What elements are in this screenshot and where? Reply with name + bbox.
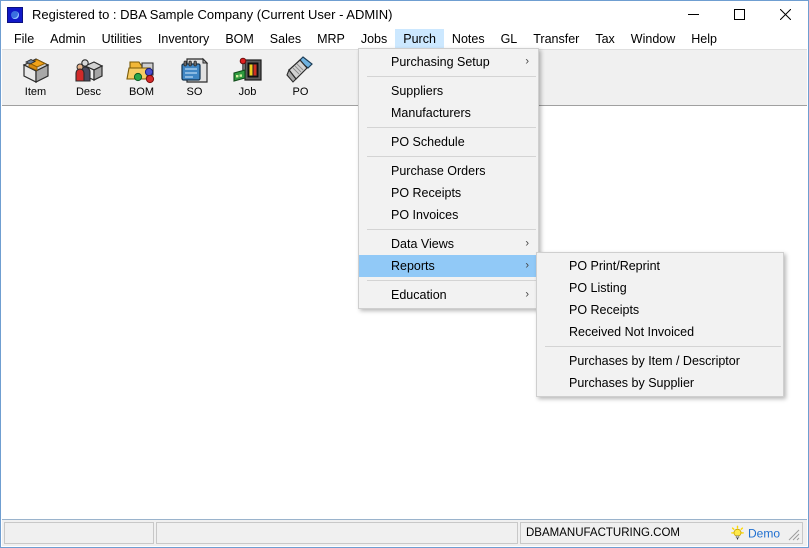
- menu-item-label: Data Views: [391, 236, 454, 251]
- menu-bar: File Admin Utilities Inventory BOM Sales MRP Jo…: [1, 29, 808, 50]
- menu-item-label: PO Invoices: [391, 207, 459, 222]
- toolbar-button-so[interactable]: SO: [168, 50, 221, 105]
- menu-separator: [367, 156, 536, 157]
- close-button[interactable]: [762, 1, 808, 28]
- menu-item-label: Suppliers: [391, 83, 444, 98]
- toolbar-button-item[interactable]: Item: [9, 50, 62, 105]
- reports-submenu: PO Print/Reprint PO Listing PO Receipts Rec…: [536, 252, 784, 397]
- menubar-item-sales[interactable]: Sales: [262, 29, 309, 50]
- menubar-item-utilities[interactable]: Utilities: [94, 29, 150, 50]
- menubar-item-gl[interactable]: GL: [493, 29, 526, 50]
- menu-item-label: Purchases by Item / Descriptor: [569, 353, 740, 368]
- status-bar: DBAMANUFACTURING.COM Demo: [2, 519, 807, 546]
- status-panel-middle: [156, 522, 518, 544]
- menu-item-label: Manufacturers: [391, 105, 471, 120]
- toolbar-button-label: SO: [186, 86, 203, 98]
- machine-panel-icon: [232, 54, 264, 86]
- menubar-item-help[interactable]: Help: [683, 29, 725, 50]
- menu-item-education[interactable]: Education ›: [359, 284, 538, 306]
- menu-item-purchase-orders[interactable]: Purchase Orders: [359, 160, 538, 182]
- scanner-icon: [285, 54, 317, 86]
- toolbar-button-bom[interactable]: BOM: [115, 50, 168, 105]
- menubar-item-notes[interactable]: Notes: [444, 29, 493, 50]
- chevron-right-icon: ›: [525, 237, 529, 250]
- menubar-item-transfer[interactable]: Transfer: [525, 29, 587, 50]
- minimize-button[interactable]: [670, 1, 716, 28]
- menu-item-label: PO Receipts: [391, 185, 462, 200]
- maximize-icon: [733, 9, 745, 20]
- toolbar-button-label: Desc: [75, 86, 102, 98]
- status-panel-right: DBAMANUFACTURING.COM Demo: [520, 522, 803, 544]
- toolbar-button-label: PO: [292, 86, 309, 98]
- menu-item-po-listing[interactable]: PO Listing: [537, 277, 783, 299]
- menu-item-reports[interactable]: Reports ›: [359, 255, 538, 277]
- menu-separator: [367, 280, 536, 281]
- application-window: Registered to : DBA Sample Company (Curr…: [0, 0, 809, 548]
- menu-item-po-schedule[interactable]: PO Schedule: [359, 131, 538, 153]
- menu-item-po-invoices[interactable]: PO Invoices: [359, 204, 538, 226]
- website-label: DBAMANUFACTURING.COM: [526, 527, 680, 539]
- menubar-item-jobs[interactable]: Jobs: [353, 29, 395, 50]
- people-box-icon: [73, 54, 105, 86]
- menu-item-label: PO Listing: [569, 280, 627, 295]
- menu-item-suppliers[interactable]: Suppliers: [359, 80, 538, 102]
- menu-item-label: Received Not Invoiced: [569, 324, 695, 339]
- window-controls: [670, 1, 808, 28]
- lightbulb-icon: [731, 525, 744, 540]
- menu-item-label: PO Schedule: [391, 134, 465, 149]
- resize-grip-icon[interactable]: [786, 527, 800, 541]
- menu-item-label: Reports: [391, 258, 435, 273]
- chevron-right-icon: ›: [525, 259, 529, 272]
- menu-separator: [367, 229, 536, 230]
- menu-item-received-not-invoiced[interactable]: Received Not Invoiced: [537, 321, 783, 343]
- demo-indicator[interactable]: Demo: [731, 525, 780, 541]
- menu-item-purchases-by-supplier[interactable]: Purchases by Supplier: [537, 372, 783, 394]
- menubar-item-admin[interactable]: Admin: [42, 29, 93, 50]
- menubar-item-file[interactable]: File: [6, 29, 42, 50]
- menu-separator: [367, 127, 536, 128]
- menu-item-label: Purchasing Setup: [391, 54, 490, 69]
- chevron-right-icon: ›: [525, 55, 529, 68]
- toolbar-button-label: BOM: [128, 86, 155, 98]
- chevron-right-icon: ›: [525, 288, 529, 301]
- menu-item-label: Education: [391, 287, 447, 302]
- toolbar-button-po[interactable]: PO: [274, 50, 327, 105]
- toolbar-button-job[interactable]: Job: [221, 50, 274, 105]
- title-bar: Registered to : DBA Sample Company (Curr…: [1, 1, 808, 29]
- toolbar-button-label: Item: [24, 86, 47, 98]
- menubar-item-tax[interactable]: Tax: [587, 29, 622, 50]
- status-panel-left: [4, 522, 154, 544]
- menu-item-po-print-reprint[interactable]: PO Print/Reprint: [537, 255, 783, 277]
- menu-item-label: Purchases by Supplier: [569, 375, 695, 390]
- menubar-item-mrp[interactable]: MRP: [309, 29, 353, 50]
- menubar-item-window[interactable]: Window: [623, 29, 683, 50]
- menu-item-po-receipts[interactable]: PO Receipts: [537, 299, 783, 321]
- menu-item-purchasing-setup[interactable]: Purchasing Setup ›: [359, 51, 538, 73]
- demo-label: Demo: [747, 526, 780, 540]
- folder-spheres-icon: [125, 54, 158, 86]
- app-logo-icon: [7, 6, 23, 23]
- toolbar-button-desc[interactable]: Desc: [62, 50, 115, 105]
- menu-item-label: Purchase Orders: [391, 163, 486, 178]
- blue-notepad-icon: [179, 54, 211, 86]
- menu-item-po-receipts[interactable]: PO Receipts: [359, 182, 538, 204]
- menu-item-data-views[interactable]: Data Views ›: [359, 233, 538, 255]
- box-crate-icon: [20, 54, 52, 86]
- menu-separator: [545, 346, 781, 347]
- maximize-button[interactable]: [716, 1, 762, 28]
- menu-item-manufacturers[interactable]: Manufacturers: [359, 102, 538, 124]
- window-title: Registered to : DBA Sample Company (Curr…: [32, 7, 393, 22]
- toolbar-button-label: Job: [238, 86, 257, 98]
- menu-separator: [367, 76, 536, 77]
- menu-item-label: PO Receipts: [569, 302, 640, 317]
- menubar-item-bom[interactable]: BOM: [217, 29, 261, 50]
- menu-item-label: PO Print/Reprint: [569, 258, 661, 273]
- minimize-icon: [687, 14, 699, 15]
- close-icon: [779, 9, 791, 20]
- menubar-item-inventory[interactable]: Inventory: [150, 29, 217, 50]
- purch-dropdown-menu: Purchasing Setup › Suppliers Manufacturers P…: [358, 48, 539, 309]
- menubar-item-purch[interactable]: Purch: [395, 29, 444, 50]
- menu-item-purchases-by-item-descriptor[interactable]: Purchases by Item / Descriptor: [537, 350, 783, 372]
